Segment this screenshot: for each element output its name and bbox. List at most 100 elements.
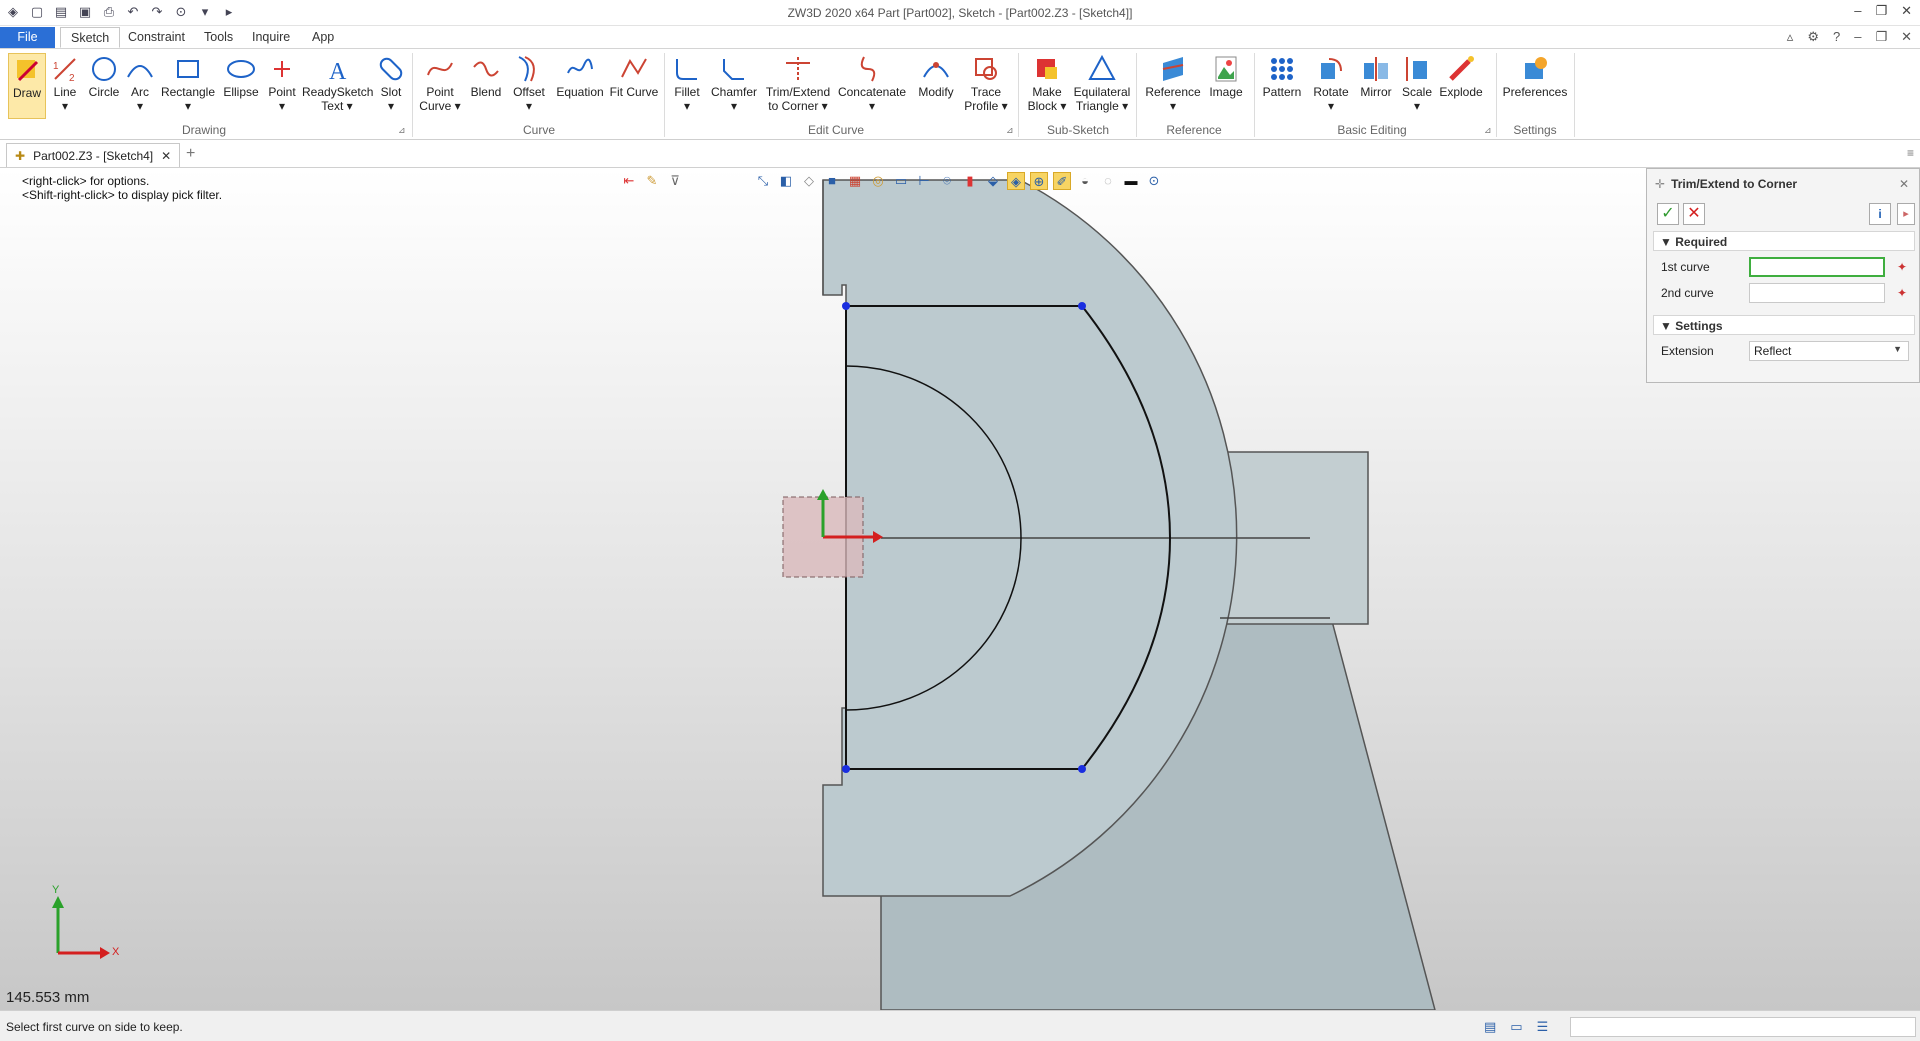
view-cube-icon[interactable]: ◧: [777, 172, 795, 190]
equation-button[interactable]: Equation: [554, 53, 606, 99]
make-block-button[interactable]: Make Block ▾: [1024, 53, 1070, 113]
reference-button[interactable]: Reference ▾: [1142, 53, 1204, 113]
section-view-icon[interactable]: ▭: [892, 172, 910, 190]
mirror-button[interactable]: Mirror: [1356, 53, 1396, 99]
tab-list-icon[interactable]: ≡: [1907, 146, 1914, 160]
sketch-clean-icon[interactable]: ✎: [643, 172, 661, 190]
image-button[interactable]: Image: [1206, 53, 1246, 99]
settings-section-header[interactable]: ▼ Settings: [1653, 315, 1915, 335]
sketch-scene[interactable]: [0, 168, 1920, 1010]
status-bar: Select first curve on side to keep. ▤ ▭ …: [0, 1010, 1920, 1041]
snap-icon[interactable]: ◎: [869, 172, 887, 190]
readysketch-text-button[interactable]: A ReadySketch Text ▾: [302, 53, 373, 113]
fillet-button[interactable]: Fillet ▾: [668, 53, 706, 113]
scale-button[interactable]: Scale ▾: [1398, 53, 1436, 113]
pick-second-curve-icon[interactable]: ✦: [1897, 286, 1907, 300]
line-weight-icon[interactable]: ▬: [1122, 172, 1140, 190]
info-button[interactable]: i: [1869, 203, 1891, 225]
close-window-icon[interactable]: ✕: [1901, 3, 1912, 19]
constraint-display-icon[interactable]: ◈: [1007, 172, 1025, 190]
point-button[interactable]: Point ▾: [264, 53, 300, 113]
fit-curve-button[interactable]: Fit Curve: [608, 53, 660, 99]
chamfer-button[interactable]: Chamfer ▾: [708, 53, 760, 113]
grid-icon[interactable]: ▦: [846, 172, 864, 190]
tab-app[interactable]: App: [302, 27, 344, 48]
collapse-ribbon-icon[interactable]: ▵: [1787, 29, 1794, 45]
display-icon[interactable]: ▭: [1510, 1019, 1522, 1035]
circle-button[interactable]: Circle: [84, 53, 124, 99]
tab-tools[interactable]: Tools: [194, 27, 243, 48]
rectangle-icon: [177, 60, 199, 78]
pick-icon[interactable]: ⤡: [754, 172, 772, 190]
restore-doc-icon[interactable]: ❐: [1875, 29, 1887, 45]
filter-icon[interactable]: ⊽: [666, 172, 684, 190]
wireframe-cube-icon[interactable]: ◇: [800, 172, 818, 190]
graphics-viewport[interactable]: <right-click> for options. <Shift-right-…: [0, 168, 1920, 1010]
orbit-icon[interactable]: ⊙: [1145, 172, 1163, 190]
trace-profile-button[interactable]: Trace Profile ▾: [962, 53, 1010, 113]
restore-icon[interactable]: ❐: [1875, 3, 1887, 19]
point-curve-button[interactable]: Point Curve ▾: [418, 53, 462, 113]
panel-close-icon[interactable]: ✕: [1899, 177, 1909, 191]
target-icon[interactable]: ⊕: [1030, 172, 1048, 190]
trim-extend-corner-button[interactable]: Trim/Extend to Corner ▾: [762, 53, 834, 113]
rectangle-button[interactable]: Rectangle ▾: [158, 53, 218, 113]
selection-ring-icon[interactable]: ◌: [1099, 172, 1117, 190]
required-section-header[interactable]: ▼ Required: [1653, 231, 1915, 251]
display-mode-icon[interactable]: ⬙: [984, 172, 1002, 190]
minimize-icon[interactable]: –: [1854, 3, 1861, 19]
ok-button[interactable]: ✓: [1657, 203, 1679, 225]
command-input[interactable]: [1570, 1017, 1916, 1037]
drawing-launcher-icon[interactable]: ⊿: [398, 125, 406, 136]
layout-icon[interactable]: ▤: [1484, 1019, 1496, 1035]
concatenate-button[interactable]: Concatenate ▾: [836, 53, 908, 113]
tab-constraint[interactable]: Constraint: [118, 27, 195, 48]
second-curve-input[interactable]: [1749, 283, 1885, 303]
mirror-icon: [1364, 57, 1388, 81]
settings-gear-icon[interactable]: ⚙: [1807, 29, 1819, 45]
lamp-icon[interactable]: ⌾: [938, 172, 956, 190]
close-tab-icon[interactable]: ✕: [161, 149, 171, 163]
exit-sketch-icon[interactable]: ⇤: [620, 172, 638, 190]
extension-select[interactable]: Reflect ▼: [1749, 341, 1909, 361]
rotate-button[interactable]: Rotate ▾: [1308, 53, 1354, 113]
panel-expand-button[interactable]: ▸: [1897, 203, 1915, 225]
dimension-icon[interactable]: ⊢: [915, 172, 933, 190]
ellipse-button[interactable]: Ellipse: [220, 53, 262, 99]
edit-curve-launcher-icon[interactable]: ⊿: [1006, 125, 1014, 136]
concatenate-icon: [860, 56, 876, 82]
explode-button[interactable]: Explode: [1438, 53, 1484, 99]
blend-button[interactable]: Blend: [466, 53, 506, 99]
curve-display-icon[interactable]: ✐: [1053, 172, 1071, 190]
point-icon: [274, 61, 290, 77]
shaded-view-icon[interactable]: ■: [823, 172, 841, 190]
new-tab-icon[interactable]: +: [186, 145, 195, 163]
close-doc-icon[interactable]: ✕: [1901, 29, 1912, 45]
draw-button[interactable]: Draw: [8, 53, 46, 119]
minimize-doc-icon[interactable]: –: [1854, 29, 1861, 45]
tab-file[interactable]: File: [0, 27, 55, 48]
image-icon: [1215, 56, 1237, 82]
modify-button[interactable]: Modify: [912, 53, 960, 99]
arc-button[interactable]: Arc ▾: [124, 53, 156, 113]
window-list-icon[interactable]: ☰: [1537, 1019, 1549, 1035]
document-tab[interactable]: ✚ Part002.Z3 - [Sketch4] ✕: [6, 143, 181, 167]
cancel-button[interactable]: ✕: [1683, 203, 1705, 225]
equilateral-triangle-button[interactable]: Equilateral Triangle ▾: [1072, 53, 1132, 113]
tab-inquire[interactable]: Inquire: [242, 27, 300, 48]
ribbon: Draw 12 Line ▾ Circle Arc ▾ Rectangle ▾ Ell…: [0, 48, 1920, 140]
basic-editing-launcher-icon[interactable]: ⊿: [1484, 125, 1492, 136]
render-icon[interactable]: ◒: [1076, 172, 1094, 190]
scale-icon: [1406, 57, 1427, 81]
preferences-button[interactable]: Preferences: [1500, 53, 1570, 99]
help-icon[interactable]: ?: [1833, 29, 1840, 45]
pattern-button[interactable]: Pattern: [1260, 53, 1304, 99]
color-palette-icon[interactable]: ▮: [961, 172, 979, 190]
line-button[interactable]: 12 Line ▾: [48, 53, 82, 113]
slot-button[interactable]: Slot ▾: [374, 53, 408, 113]
offset-button[interactable]: Offset ▾: [508, 53, 550, 113]
tab-sketch[interactable]: Sketch: [60, 27, 121, 48]
first-curve-input[interactable]: [1749, 257, 1885, 277]
trim-extend-icon: [786, 57, 810, 81]
pick-first-curve-icon[interactable]: ✦: [1897, 260, 1907, 274]
